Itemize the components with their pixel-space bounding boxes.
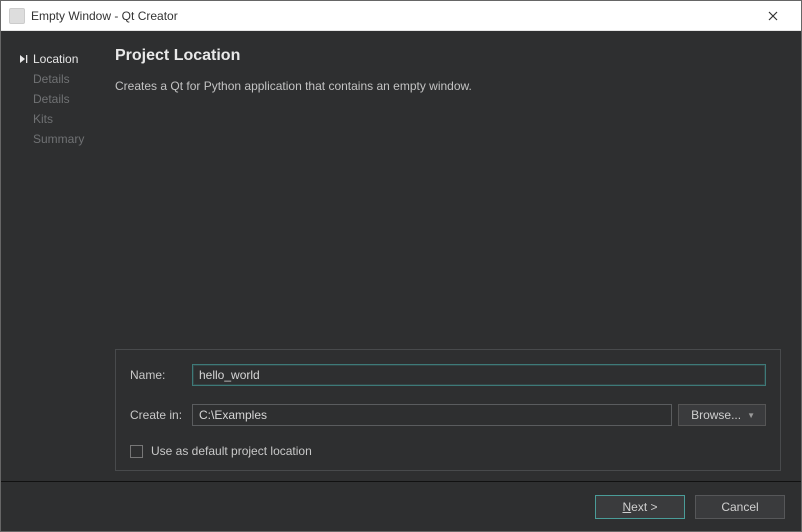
createin-input[interactable]: [192, 404, 672, 426]
step-kits: Kits: [19, 109, 101, 129]
next-button[interactable]: Next >: [595, 495, 685, 519]
wizard-content: Location Details Details Kits Summary: [1, 31, 801, 481]
close-button[interactable]: [753, 2, 793, 30]
row-create-in: Create in: Browse... ▼: [130, 404, 766, 426]
page-title: Project Location: [115, 47, 781, 65]
row-default-location: Use as default project location: [130, 444, 766, 458]
step-label: Location: [33, 52, 78, 66]
step-location: Location: [19, 49, 101, 69]
wizard-window: Empty Window - Qt Creator Location Detai…: [0, 0, 802, 532]
row-name: Name:: [130, 364, 766, 386]
name-input[interactable]: [192, 364, 766, 386]
step-summary: Summary: [19, 129, 101, 149]
steps-sidebar: Location Details Details Kits Summary: [1, 31, 111, 481]
window-title: Empty Window - Qt Creator: [31, 9, 178, 23]
step-label: Kits: [33, 112, 53, 126]
app-icon: [9, 8, 25, 24]
wizard-footer: Next > Cancel: [1, 481, 801, 531]
titlebar: Empty Window - Qt Creator: [1, 1, 801, 31]
step-label: Details: [33, 72, 70, 86]
step-arrow-icon: [19, 54, 33, 64]
step-label: Details: [33, 92, 70, 106]
main-panel: Project Location Creates a Qt for Python…: [111, 31, 801, 481]
step-details-2: Details: [19, 89, 101, 109]
page-description: Creates a Qt for Python application that…: [115, 79, 781, 93]
default-location-label: Use as default project location: [151, 444, 312, 458]
name-label: Name:: [130, 368, 192, 382]
step-label: Summary: [33, 132, 84, 146]
close-icon: [768, 11, 778, 21]
form-group: Name: Create in: Browse... ▼ Use as def: [115, 349, 781, 471]
chevron-down-icon: ▼: [747, 411, 755, 420]
default-location-checkbox[interactable]: [130, 445, 143, 458]
browse-button[interactable]: Browse... ▼: [678, 404, 766, 426]
browse-label: Browse...: [691, 408, 741, 422]
step-details-1: Details: [19, 69, 101, 89]
createin-label: Create in:: [130, 408, 192, 422]
cancel-button[interactable]: Cancel: [695, 495, 785, 519]
wizard-body: Location Details Details Kits Summary: [1, 31, 801, 531]
